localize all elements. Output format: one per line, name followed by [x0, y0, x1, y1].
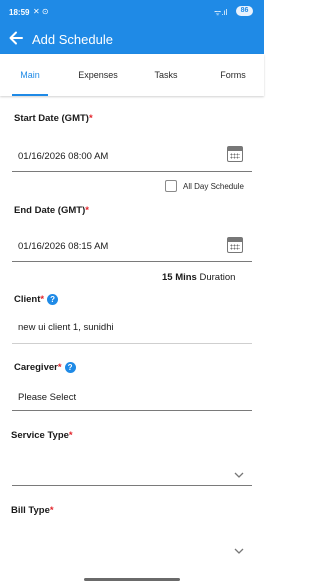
- help-icon[interactable]: ?: [64, 362, 76, 373]
- tab-tasks[interactable]: Tasks: [142, 54, 190, 96]
- caregiver-select[interactable]: Please Select: [18, 392, 76, 403]
- required-marker: *: [49, 505, 54, 516]
- page-title: Add Schedule: [32, 32, 113, 47]
- back-arrow-icon[interactable]: [7, 28, 25, 48]
- client-underline: [12, 343, 252, 344]
- help-icon[interactable]: ?: [47, 294, 59, 305]
- app-bar: Add Schedule: [0, 24, 264, 54]
- service-type-underline: [12, 485, 252, 486]
- calendar-icon[interactable]: [227, 237, 243, 253]
- status-bar: 18:59 ✕ ⊙ ᯤ.ıl 86: [0, 0, 264, 24]
- caregiver-label: Caregiver*?: [14, 362, 76, 373]
- end-date-value[interactable]: 01/16/2026 08:15 AM: [18, 241, 108, 252]
- start-date-value[interactable]: 01/16/2026 08:00 AM: [18, 151, 108, 162]
- start-date-label: Start Date (GMT)*: [14, 113, 93, 124]
- required-marker: *: [68, 430, 73, 441]
- battery-icon: 86: [236, 6, 253, 16]
- tab-forms[interactable]: Forms: [210, 54, 256, 96]
- required-marker: *: [57, 362, 62, 373]
- required-marker: *: [88, 113, 93, 124]
- client-value[interactable]: new ui client 1, sunidhi: [18, 322, 114, 333]
- chevron-down-icon[interactable]: [234, 465, 244, 478]
- notification-icons: ✕ ⊙: [33, 7, 49, 16]
- duration-text: 15 Mins Duration: [162, 272, 236, 283]
- client-label: Client*?: [14, 294, 59, 305]
- start-date-underline: [12, 171, 252, 172]
- bill-type-label: Bill Type*: [11, 505, 54, 516]
- calendar-icon[interactable]: [227, 146, 243, 162]
- required-marker: *: [40, 294, 45, 305]
- tab-bar: Main Expenses Tasks Forms: [0, 54, 264, 96]
- home-indicator[interactable]: [84, 578, 180, 581]
- end-date-label: End Date (GMT)*: [14, 205, 89, 216]
- required-marker: *: [85, 205, 89, 216]
- caregiver-underline: [12, 410, 252, 411]
- status-time: 18:59: [9, 8, 30, 17]
- service-type-label: Service Type*: [11, 430, 73, 441]
- signal-icon: ᯤ.ıl: [214, 8, 228, 17]
- end-date-underline: [12, 261, 252, 262]
- all-day-checkbox[interactable]: [165, 180, 177, 192]
- chevron-down-icon[interactable]: [234, 541, 244, 554]
- all-day-label: All Day Schedule: [183, 182, 244, 191]
- tab-expenses[interactable]: Expenses: [68, 54, 128, 96]
- tab-main[interactable]: Main: [10, 54, 50, 96]
